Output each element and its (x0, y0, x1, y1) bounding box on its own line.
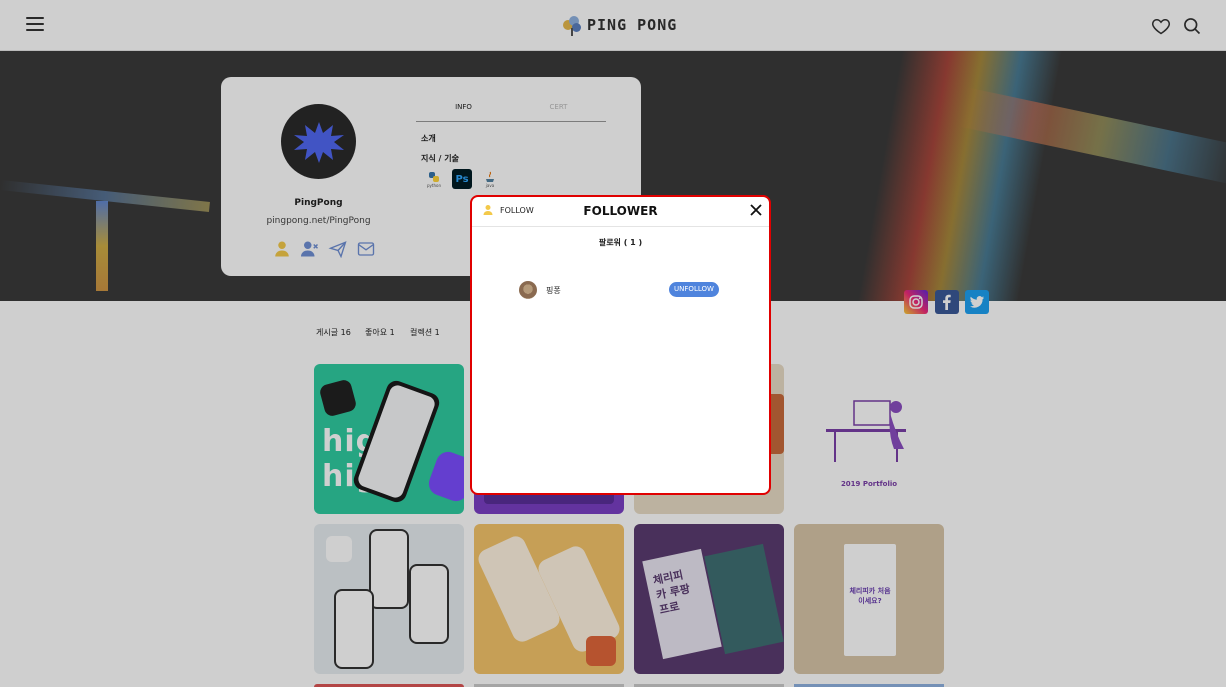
unfollow-button[interactable]: UNFOLLOW (669, 282, 719, 297)
follower-modal: FOLLOW FOLLOWER 팔로워 ( 1 ) 핑퐁 UNFOLLOW (470, 195, 771, 495)
follower-count: 팔로워 ( 1 ) (598, 238, 643, 247)
follower-name[interactable]: 핑퐁 (546, 285, 561, 296)
modal-header: FOLLOW FOLLOWER (472, 197, 769, 227)
follower-row: 핑퐁 UNFOLLOW (519, 281, 749, 299)
close-icon[interactable] (749, 203, 763, 217)
modal-title: FOLLOWER (583, 204, 658, 218)
follower-avatar[interactable] (519, 281, 537, 299)
